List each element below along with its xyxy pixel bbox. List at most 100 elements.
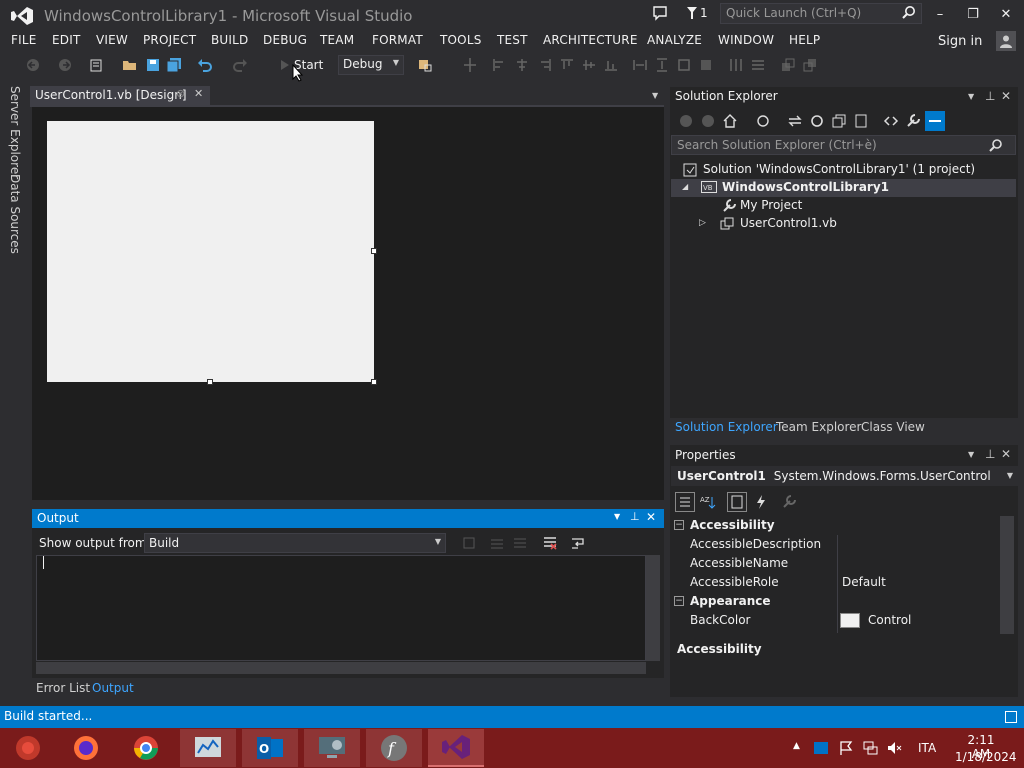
- close-tab-icon[interactable]: ✕: [194, 87, 203, 100]
- start-menu-icon[interactable]: [0, 729, 56, 767]
- window-position-icon[interactable]: ▼: [614, 512, 620, 521]
- object-selector-dropdown[interactable]: UserControl1 System.Windows.Forms.UserCo…: [671, 466, 1018, 486]
- clock-date[interactable]: 1/18/2024: [955, 750, 1017, 764]
- align-rights-icon[interactable]: [537, 57, 553, 73]
- home-icon[interactable]: [722, 113, 738, 129]
- solution-search-input[interactable]: Search Solution Explorer (Ctrl+è): [671, 135, 1016, 155]
- firefox-icon[interactable]: [58, 729, 114, 767]
- back-icon[interactable]: [678, 113, 694, 129]
- refresh-icon[interactable]: [809, 113, 825, 129]
- size-to-grid-icon[interactable]: [698, 57, 714, 73]
- input-language-indicator[interactable]: ITA: [918, 741, 936, 755]
- search-icon[interactable]: [989, 138, 1003, 152]
- flash-icon[interactable]: f: [366, 729, 422, 767]
- menu-edit[interactable]: EDIT: [52, 33, 81, 47]
- window-position-icon[interactable]: ▼: [968, 450, 974, 459]
- menu-window[interactable]: WINDOW: [718, 33, 774, 47]
- pending-changes-icon[interactable]: [755, 113, 771, 129]
- save-all-icon[interactable]: [166, 57, 182, 73]
- data-sources-tab[interactable]: Data Sources: [8, 174, 22, 254]
- align-bottoms-icon[interactable]: [603, 57, 619, 73]
- property-value[interactable]: Default: [842, 575, 886, 589]
- quick-launch-input[interactable]: Quick Launch (Ctrl+Q): [720, 3, 922, 24]
- pin-icon[interactable]: ⊗: [176, 87, 185, 100]
- close-button[interactable]: ✕: [990, 3, 1022, 25]
- solution-node[interactable]: Solution 'WindowsControlLibrary1' (1 pro…: [703, 162, 975, 176]
- property-name[interactable]: BackColor: [690, 613, 750, 627]
- events-lightning-icon[interactable]: [753, 494, 769, 510]
- align-middles-icon[interactable]: [581, 57, 597, 73]
- view-code-icon[interactable]: [883, 113, 899, 129]
- chrome-icon[interactable]: [118, 729, 174, 767]
- align-centers-icon[interactable]: [514, 57, 530, 73]
- collapse-category-icon[interactable]: −: [674, 596, 684, 606]
- action-center-flag-icon[interactable]: [838, 740, 854, 756]
- property-pages-icon[interactable]: [781, 494, 797, 510]
- show-all-files-icon[interactable]: [853, 113, 869, 129]
- open-file-icon[interactable]: [122, 57, 138, 73]
- feedback-icon[interactable]: [652, 5, 668, 21]
- next-message-icon[interactable]: [512, 535, 528, 551]
- sync-icon[interactable]: [787, 113, 803, 129]
- property-name[interactable]: AccessibleName: [690, 556, 788, 570]
- bring-to-front-icon[interactable]: [780, 57, 796, 73]
- menu-test[interactable]: TEST: [497, 33, 528, 47]
- navigate-back-icon[interactable]: [25, 57, 41, 73]
- property-name[interactable]: AccessibleRole: [690, 575, 779, 589]
- properties-scrollbar[interactable]: [1000, 516, 1014, 634]
- send-to-back-icon[interactable]: [802, 57, 818, 73]
- output-source-dropdown[interactable]: Build ▼: [144, 533, 446, 553]
- resize-handle-corner[interactable]: [371, 379, 377, 385]
- pin-icon[interactable]: ⊥: [985, 447, 995, 461]
- horizontal-spacing-icon[interactable]: [728, 57, 744, 73]
- menu-project[interactable]: PROJECT: [143, 33, 196, 47]
- align-tops-icon[interactable]: [559, 57, 575, 73]
- collapse-category-icon[interactable]: −: [674, 520, 684, 530]
- collapsed-arrow-icon[interactable]: ▷: [699, 218, 706, 228]
- search-icon[interactable]: [901, 5, 917, 21]
- document-tab-usercontrol1-design[interactable]: UserControl1.vb [Design] ⊗ ✕: [30, 86, 210, 105]
- close-panel-icon[interactable]: ✕: [1001, 89, 1011, 103]
- word-wrap-icon[interactable]: [570, 535, 586, 551]
- project-node[interactable]: WindowsControlLibrary1: [722, 180, 889, 194]
- sign-in-link[interactable]: Sign in: [938, 34, 982, 49]
- find-in-files-icon[interactable]: [417, 57, 433, 73]
- navigate-forward-icon[interactable]: [57, 57, 73, 73]
- pin-icon[interactable]: ⊥: [630, 510, 640, 523]
- tab-output[interactable]: Output: [92, 681, 134, 695]
- preview-selected-icon[interactable]: [925, 111, 945, 131]
- maximize-button[interactable]: ❐: [957, 3, 989, 25]
- start-debugging-button[interactable]: Start: [280, 55, 332, 75]
- redo-icon[interactable]: [232, 57, 248, 73]
- clear-all-icon[interactable]: [542, 535, 558, 551]
- property-name[interactable]: AccessibleDescription: [690, 537, 821, 551]
- previous-message-icon[interactable]: [489, 535, 505, 551]
- align-lefts-icon[interactable]: [491, 57, 507, 73]
- tab-overflow-icon[interactable]: ▼: [652, 91, 658, 100]
- tab-team-explorer[interactable]: Team Explorer: [776, 420, 862, 434]
- solution-configuration-dropdown[interactable]: Debug ▼: [338, 55, 404, 75]
- menu-team[interactable]: TEAM: [320, 33, 354, 47]
- close-panel-icon[interactable]: ✕: [646, 510, 656, 524]
- undo-icon[interactable]: [197, 57, 213, 73]
- minimize-button[interactable]: –: [924, 3, 956, 25]
- my-project-node[interactable]: My Project: [740, 198, 802, 212]
- properties-view-icon[interactable]: [727, 492, 747, 512]
- new-project-icon[interactable]: [88, 57, 104, 73]
- menu-view[interactable]: VIEW: [96, 33, 128, 47]
- resize-handle-bottom[interactable]: [207, 379, 213, 385]
- make-same-width-icon[interactable]: [632, 57, 648, 73]
- close-panel-icon[interactable]: ✕: [1001, 447, 1011, 461]
- find-message-icon[interactable]: [461, 535, 477, 551]
- make-same-height-icon[interactable]: [654, 57, 670, 73]
- menu-help[interactable]: HELP: [789, 33, 820, 47]
- output-vertical-scrollbar[interactable]: [646, 555, 660, 661]
- tab-solution-explorer[interactable]: Solution Explorer: [675, 420, 778, 434]
- menu-architecture[interactable]: ARCHITECTURE: [543, 33, 638, 47]
- tab-error-list[interactable]: Error List: [36, 681, 90, 695]
- vertical-spacing-icon[interactable]: [750, 57, 766, 73]
- network-icon[interactable]: [862, 740, 878, 756]
- menu-tools[interactable]: TOOLS: [440, 33, 482, 47]
- menu-build[interactable]: BUILD: [211, 33, 248, 47]
- show-hidden-icons-icon[interactable]: ▲: [793, 741, 800, 751]
